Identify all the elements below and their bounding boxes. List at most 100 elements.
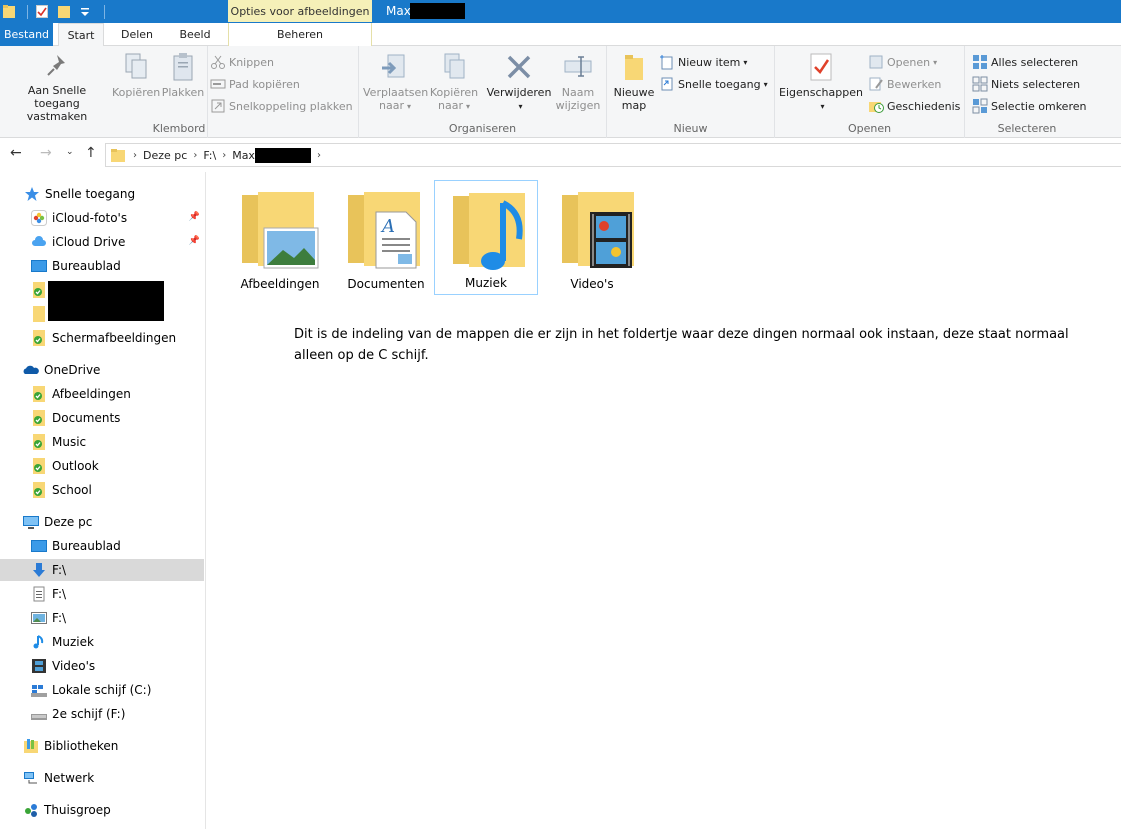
new-folder-icon[interactable] [58,5,70,18]
delete-button[interactable]: Verwijderen ▾ [485,52,553,113]
nav-homegroup[interactable]: Thuisgroep [0,799,204,821]
nav-desktop[interactable]: Bureaublad [0,255,204,277]
synced-folder-icon [33,410,45,426]
nav-od-documents[interactable]: Documents [0,407,204,429]
forward-arrow-icon[interactable]: → [40,145,52,161]
breadcrumb-current-folder[interactable]: Max [232,149,255,162]
context-tab-picture-tools: Opties voor afbeeldingen [228,0,372,22]
invert-selection-button[interactable]: Selectie omkeren [972,97,1086,115]
nav-label: Bureaublad [52,259,121,273]
nav-od-music[interactable]: Music [0,431,204,453]
music-note-icon [33,635,44,649]
nav-pc-downloads-f[interactable]: F:\ [0,559,204,581]
new-folder-button[interactable]: Nieuwe map [611,52,657,112]
nav-pc-music[interactable]: Muziek [0,631,204,653]
nav-od-outlook[interactable]: Outlook [0,455,204,477]
select-all-label: Alles selecteren [991,55,1079,69]
select-none-button[interactable]: Niets selecteren [972,75,1080,93]
documents-folder-icon: A [348,192,420,269]
nav-label: Afbeeldingen [52,387,131,401]
windows-drive-icon [31,685,47,697]
rename-button[interactable]: Naam wijzigen [553,52,603,112]
new-item-button[interactable]: Nieuw item ▾ [659,53,747,71]
nav-label: F:\ [52,611,67,625]
move-to-label-line1: Verplaatsen [363,86,429,99]
folder-tile-pictures[interactable]: Afbeeldingen [228,180,332,295]
breadcrumb-chevron-icon[interactable]: › [222,150,226,161]
breadcrumb-chevron-icon[interactable]: › [317,150,321,161]
rename-label-line2: wijzigen [555,99,601,112]
folder-tile-music[interactable]: Muziek [434,180,538,295]
select-all-button[interactable]: Alles selecteren [972,53,1078,71]
recent-locations-chevron-icon[interactable]: ⌄ [66,147,74,157]
group-label-select: Selecteren [997,122,1057,135]
up-arrow-icon[interactable]: ↑ [85,145,97,161]
chevron-down-icon: ▾ [406,102,411,111]
nav-pc-pictures-f[interactable]: F:\ [0,607,204,629]
nav-od-school[interactable]: School [0,479,204,501]
rename-icon [564,56,592,77]
tab-view[interactable]: Beeld [170,23,220,46]
copy-to-button[interactable]: Kopiëren naar ▾ [427,52,481,113]
nav-quick-access[interactable]: Snelle toegang [0,183,204,205]
breadcrumb-chevron-icon[interactable]: › [133,150,137,161]
nav-network[interactable]: Netwerk [0,767,204,789]
history-icon [869,102,884,113]
open-label: Openen [887,55,931,69]
nav-onedrive[interactable]: OneDrive [0,359,204,381]
copy-button[interactable]: Kopiëren [112,52,160,99]
breadcrumb-chevron-icon[interactable]: › [193,150,197,161]
move-to-label-line2: naar [379,99,404,112]
synced-folder-icon [33,282,45,298]
nav-pc-desktop[interactable]: Bureaublad [0,535,204,557]
synced-folder-icon [33,458,45,474]
folder-tile-documents[interactable]: A Documenten [334,180,438,295]
synced-folder-icon [33,482,45,498]
move-to-button[interactable]: Verplaatsen naar ▾ [363,52,429,113]
tab-start[interactable]: Start [58,23,104,47]
nav-screenshots[interactable]: Schermafbeeldingen [0,327,204,349]
nav-label: Snelle toegang [45,187,136,201]
back-arrow-icon[interactable]: ← [10,145,22,161]
group-clipboard-right [208,46,359,138]
tab-manage[interactable]: Beheren [228,23,372,46]
history-button[interactable]: Geschiedenis [868,97,960,115]
new-item-label: Nieuw item [678,55,741,69]
folder-tile-videos[interactable]: Video's [540,180,644,295]
pictures-folder-icon [242,192,319,269]
nav-second-disk-f[interactable]: 2e schijf (F:) [0,703,204,725]
address-bar[interactable]: › Deze pc › F:\ › Max › [105,143,1121,167]
paste-button[interactable]: Plakken [160,52,206,99]
tab-share[interactable]: Delen [112,23,162,46]
nav-icloud-photos[interactable]: iCloud-foto's 📌 [0,207,204,229]
edit-button[interactable]: Bewerken [868,75,941,93]
document-icon [33,586,45,602]
chevron-down-icon: ▾ [743,57,748,67]
nav-label: Documents [52,411,121,425]
tab-file[interactable]: Bestand [0,23,53,46]
nav-label: Bureaublad [52,539,121,553]
navigation-pane: Snelle toegang iCloud-foto's 📌 iCloud Dr… [0,172,206,829]
easy-access-button[interactable]: Snelle toegang ▾ [659,75,768,93]
pin-icon[interactable]: 📌 [189,212,200,222]
ribbon: Aan Snelle toegang vastmaken Kopiëren Pl… [0,46,1121,138]
open-button[interactable]: Openen ▾ [868,53,937,71]
nav-libraries[interactable]: Bibliotheken [0,735,204,757]
computer-icon [23,516,39,529]
pin-icon[interactable]: 📌 [189,236,200,246]
customize-toolbar-icon[interactable] [80,5,92,18]
film-icon [32,659,46,673]
nav-local-disk-c[interactable]: Lokale schijf (C:) [0,679,204,701]
nav-icloud-drive[interactable]: iCloud Drive 📌 [0,231,204,253]
chevron-down-icon: ▾ [933,57,938,67]
nav-pc-documents-f[interactable]: F:\ [0,583,204,605]
breadcrumb-drive-f[interactable]: F:\ [203,149,216,162]
properties-button[interactable]: Eigenschappen ▾ [779,52,863,113]
nav-pc-videos[interactable]: Video's [0,655,204,677]
nav-this-pc[interactable]: Deze pc [0,511,204,533]
properties-icon[interactable] [36,5,48,18]
breadcrumb-this-pc[interactable]: Deze pc [143,149,187,162]
new-folder-label-line2: map [621,99,647,112]
nav-od-pictures[interactable]: Afbeeldingen [0,383,204,405]
pin-to-quick-access-button[interactable]: Aan Snelle toegang vastmaken [5,52,109,123]
